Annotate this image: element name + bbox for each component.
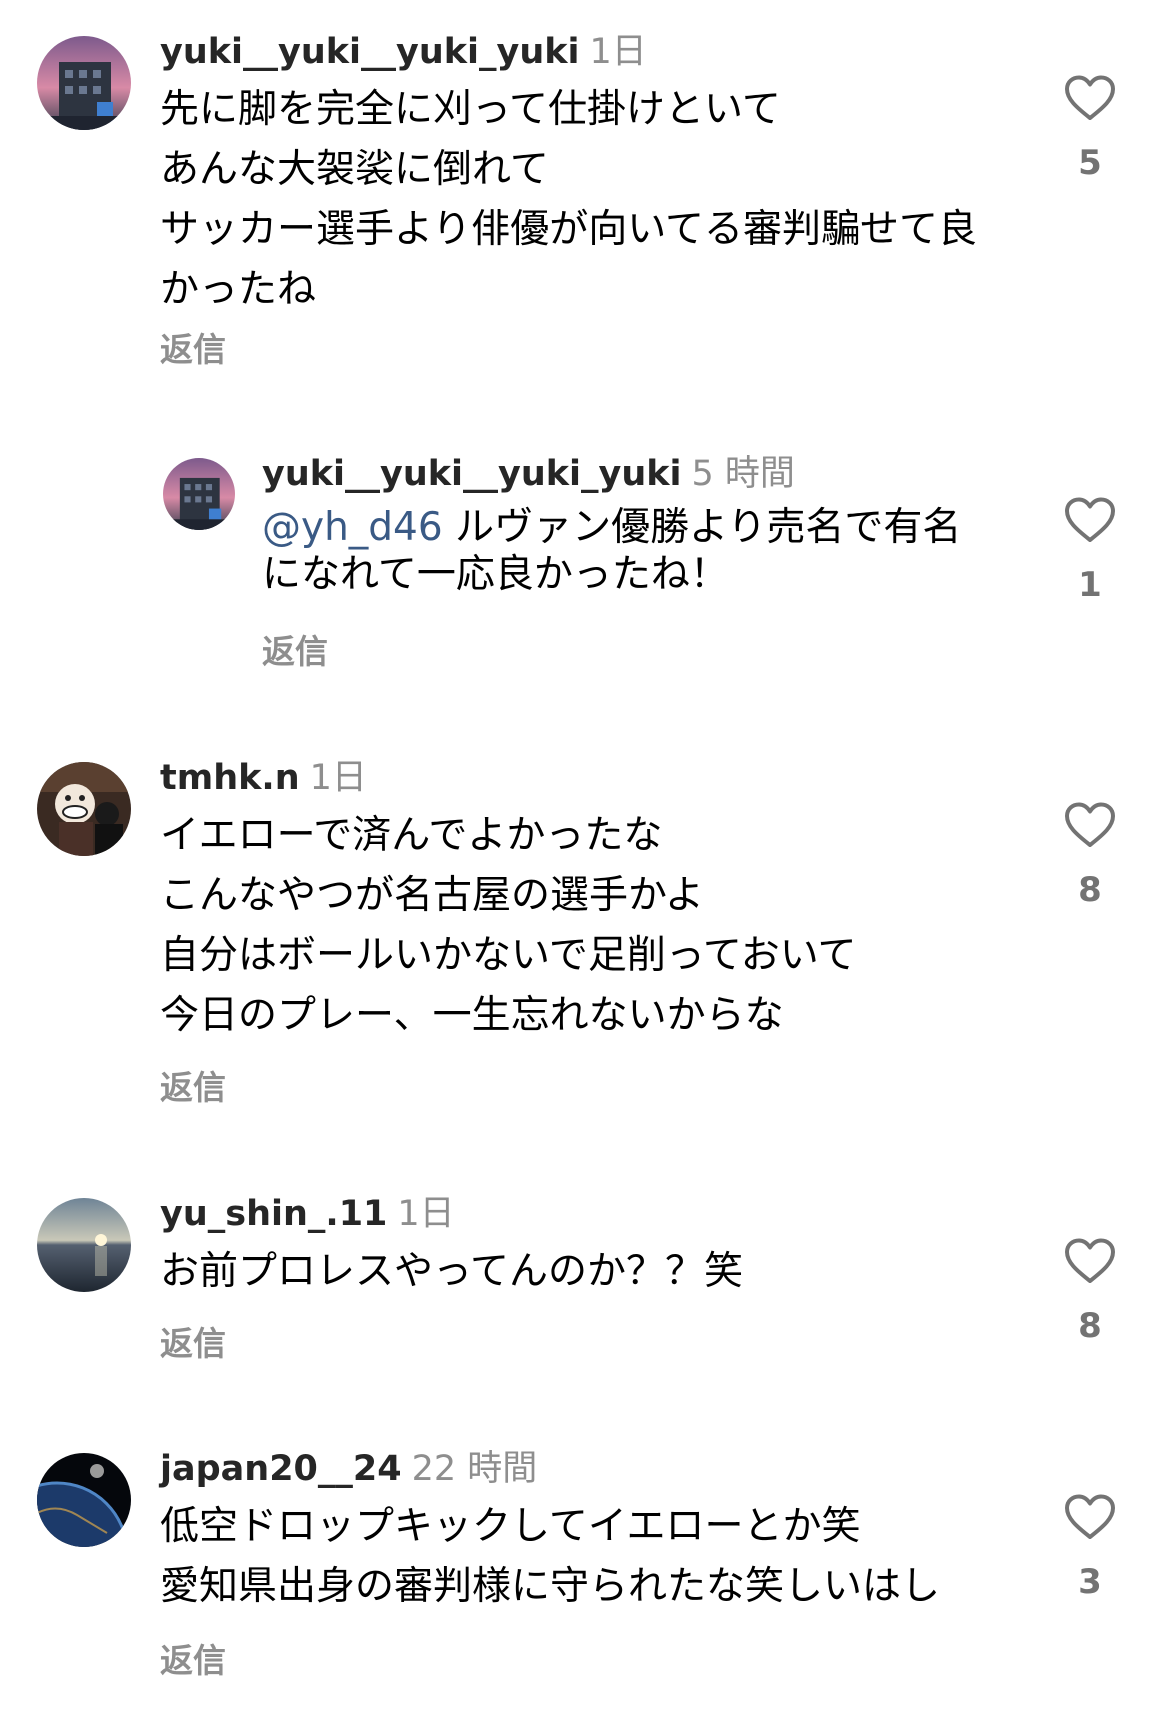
like-control: 1 <box>1055 497 1125 605</box>
like-count: 3 <box>1078 1562 1102 1602</box>
sea-sunset-avatar-icon <box>37 1198 131 1292</box>
comment-line: 愛知県出身の審判様に守られたな笑しいはし <box>160 1564 941 1609</box>
comment-line-text: ルヴァン優勝より売名で有名 <box>455 505 962 550</box>
like-count: 5 <box>1078 143 1102 183</box>
like-control: 3 <box>1055 1494 1125 1602</box>
heart-icon[interactable] <box>1064 75 1116 121</box>
like-control: 8 <box>1055 1238 1125 1346</box>
comment-line: 先に脚を完全に刈って仕掛けといて <box>160 87 781 132</box>
comment-header: japan20__24 22 時間 <box>160 1447 537 1491</box>
username[interactable]: yu_shin_.11 <box>160 1194 387 1234</box>
comment-header: yu_shin_.11 1日 <box>160 1192 455 1236</box>
avatar[interactable] <box>163 458 235 530</box>
timestamp: 1日 <box>589 32 647 72</box>
like-count: 1 <box>1078 565 1102 605</box>
avatar[interactable] <box>37 36 131 130</box>
comment-line: になれて一応良かったね！ <box>262 552 729 597</box>
heart-icon[interactable] <box>1064 1494 1116 1540</box>
username[interactable]: japan20__24 <box>160 1449 402 1489</box>
comment-text: お前プロレスやってんのか？？笑 <box>160 1242 1000 1302</box>
timestamp: 5 時間 <box>691 454 795 494</box>
heart-icon[interactable] <box>1064 497 1116 543</box>
avatar[interactable] <box>37 1453 131 1547</box>
timestamp: 22 時間 <box>411 1449 538 1489</box>
comment-text: 先に脚を完全に刈って仕掛けといて あんな大袈裟に倒れて サッカー選手より俳優が向… <box>160 80 1000 320</box>
heart-icon[interactable] <box>1064 1238 1116 1284</box>
reply-button[interactable]: 返信 <box>160 1068 226 1108</box>
comment-line: @yh_d46 ルヴァン優勝より売名で有名 <box>262 504 1002 551</box>
username[interactable]: yuki__yuki__yuki_yuki <box>262 454 682 494</box>
comment-line: お前プロレスやってんのか？？笑 <box>160 1249 744 1294</box>
comment-line: 低空ドロップキックしてイエローとか笑 <box>160 1504 861 1549</box>
comment-header: yuki__yuki__yuki_yuki 5 時間 <box>262 452 795 496</box>
building-sunset-avatar-icon <box>37 36 131 130</box>
comment-line: 今日のプレー、一生忘れないからな <box>160 993 784 1038</box>
comment-line: かったね <box>160 267 317 312</box>
comment-line: 自分はボールいかないで足削っておいて <box>160 933 857 978</box>
reply-button[interactable]: 返信 <box>160 1641 226 1681</box>
username[interactable]: tmhk.n <box>160 758 300 798</box>
comment-header: yuki__yuki__yuki_yuki 1日 <box>160 30 647 74</box>
like-count: 8 <box>1078 1306 1102 1346</box>
comment-line: イエローで済んでよかったな <box>160 813 663 858</box>
comment-line: こんなやつが名古屋の選手かよ <box>160 873 705 918</box>
username[interactable]: yuki__yuki__yuki_yuki <box>160 32 580 72</box>
reply-button[interactable]: 返信 <box>262 632 328 672</box>
timestamp: 1日 <box>309 758 367 798</box>
avatar[interactable] <box>37 1198 131 1292</box>
comment-text: @yh_d46 ルヴァン優勝より売名で有名 になれて一応良かったね！ <box>262 504 1002 598</box>
comment-line: サッカー選手より俳優が向いてる審判騙せて良 <box>160 207 978 252</box>
timestamp: 1日 <box>397 1194 455 1234</box>
earth-space-avatar-icon <box>37 1453 131 1547</box>
like-count: 8 <box>1078 870 1102 910</box>
heart-icon[interactable] <box>1064 802 1116 848</box>
reply-button[interactable]: 返信 <box>160 330 226 370</box>
avatar[interactable] <box>37 762 131 856</box>
comment-text: 低空ドロップキックしてイエローとか笑 愛知県出身の審判様に守られたな笑しいはし <box>160 1497 1000 1617</box>
comment-header: tmhk.n 1日 <box>160 756 367 800</box>
mention-link[interactable]: @yh_d46 <box>262 505 443 550</box>
building-sunset-avatar-icon <box>163 458 235 530</box>
comment-line: あんな大袈裟に倒れて <box>160 147 549 192</box>
mascot-avatar-icon <box>37 762 131 856</box>
comment-text: イエローで済んでよかったな こんなやつが名古屋の選手かよ 自分はボールいかないで… <box>160 806 1000 1046</box>
like-control: 8 <box>1055 802 1125 910</box>
reply-button[interactable]: 返信 <box>160 1324 226 1364</box>
like-control: 5 <box>1055 75 1125 183</box>
